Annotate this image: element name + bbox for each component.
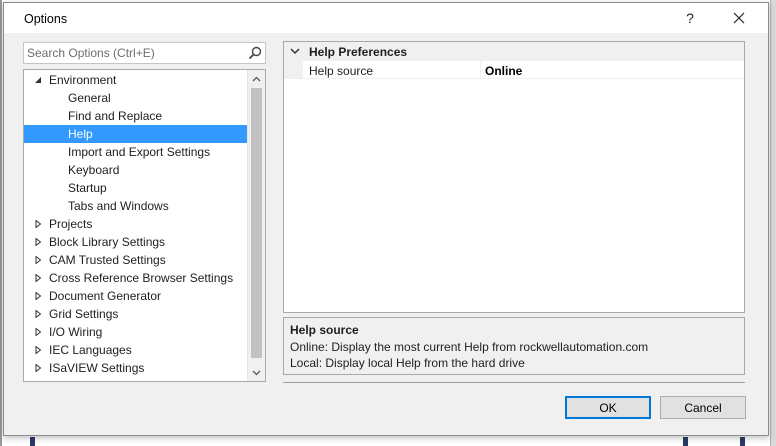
description-pane: Help source Online: Display the most cur… <box>283 317 745 375</box>
ok-button[interactable]: OK <box>565 396 651 419</box>
help-glyph: ? <box>686 10 694 26</box>
expanded-arrow-icon[interactable] <box>34 76 42 84</box>
tree-item-label: Cross Reference Browser Settings <box>49 271 234 285</box>
collapsed-arrow-icon[interactable] <box>34 364 42 372</box>
tree-item-label: Find and Replace <box>68 109 163 123</box>
chevron-down-icon <box>252 370 261 375</box>
collapsed-arrow-icon[interactable] <box>34 310 42 318</box>
tree-item[interactable]: Find and Replace <box>24 107 247 125</box>
tree-item-label: Help <box>68 127 93 141</box>
scrollbar-thumb[interactable] <box>251 88 262 358</box>
tree-item-label: Grid Settings <box>49 307 119 321</box>
tree-item-label: I/O Wiring <box>49 325 103 339</box>
tree-item-label: Keyboard <box>68 163 120 177</box>
category-label: Help Preferences <box>309 45 408 59</box>
collapsed-arrow-icon[interactable] <box>34 256 42 264</box>
category-row[interactable]: Help Preferences <box>284 42 744 61</box>
tree-scrollbar[interactable] <box>247 70 265 381</box>
tree-item-label: Block Library Settings <box>49 235 166 249</box>
search-box[interactable] <box>23 42 266 64</box>
description-title: Help source <box>290 323 359 337</box>
tree-item-label: Environment <box>49 73 117 87</box>
tree-item[interactable]: Import and Export Settings <box>24 143 247 161</box>
collapsed-arrow-icon[interactable] <box>34 238 42 246</box>
tree-item[interactable]: Startup <box>24 179 247 197</box>
tree-item-label: Spell... <box>49 377 86 381</box>
scroll-up-button[interactable] <box>248 70 265 87</box>
background-app-marker <box>683 437 688 446</box>
chevron-up-icon <box>252 76 261 81</box>
tree-item[interactable]: I/O Wiring <box>24 323 247 341</box>
tree-item[interactable]: IEC Languages <box>24 341 247 359</box>
tree-item[interactable]: Cross Reference Browser Settings <box>24 269 247 287</box>
cancel-button[interactable]: Cancel <box>660 396 746 419</box>
collapsed-arrow-icon[interactable] <box>34 292 42 300</box>
property-grid: Help Preferences Help source Online <box>283 41 745 313</box>
scroll-down-button[interactable] <box>248 364 265 381</box>
description-line: Online: Display the most current Help fr… <box>290 340 649 354</box>
search-icon[interactable] <box>247 45 263 61</box>
collapse-chevron-icon[interactable] <box>290 47 300 55</box>
property-value[interactable]: Online <box>485 64 522 78</box>
tree-item[interactable]: Tabs and Windows <box>24 197 247 215</box>
help-button[interactable]: ? <box>670 3 710 33</box>
tree-item-label: Startup <box>68 181 107 195</box>
description-line: Local: Display local Help from the hard … <box>290 356 525 370</box>
divider <box>283 382 745 383</box>
tree-item-label: Import and Export Settings <box>68 145 211 159</box>
collapsed-arrow-icon[interactable] <box>34 220 42 228</box>
background-app-marker <box>740 437 745 446</box>
tree-item[interactable]: Keyboard <box>24 161 247 179</box>
tree-item[interactable]: Document Generator <box>24 287 247 305</box>
tree-item-label: CAM Trusted Settings <box>49 253 166 267</box>
property-row[interactable]: Help source Online <box>284 61 744 79</box>
tree-item-label: General <box>68 91 111 105</box>
collapsed-arrow-icon[interactable] <box>34 274 42 282</box>
tree-item[interactable]: Projects <box>24 215 247 233</box>
background-app-edge-left <box>0 0 2 446</box>
options-dialog: Options ? Environment General Find and Rep… <box>3 2 769 436</box>
tree-item[interactable]: Help <box>24 125 247 143</box>
tree-item[interactable]: General <box>24 89 247 107</box>
collapsed-arrow-icon[interactable] <box>34 346 42 354</box>
tree-item-label: Document Generator <box>49 289 162 303</box>
window-title: Options <box>24 12 68 26</box>
tree-item-label: ISaVIEW Settings <box>49 361 145 375</box>
tree-items: Environment General Find and Replace Help Im… <box>24 71 247 381</box>
title-bar: Options ? <box>4 3 768 33</box>
tree-item[interactable]: Environment <box>24 71 247 89</box>
options-tree[interactable]: Environment General Find and Replace Help Im… <box>23 69 266 382</box>
background-app-marker <box>30 437 35 446</box>
tree-item[interactable]: Grid Settings <box>24 305 247 323</box>
property-gutter <box>284 61 303 79</box>
tree-item-label: Tabs and Windows <box>68 199 169 213</box>
property-name: Help source <box>309 64 374 78</box>
tree-item[interactable]: Block Library Settings <box>24 233 247 251</box>
close-icon <box>733 12 745 24</box>
tree-item[interactable]: Spell... <box>24 377 247 381</box>
tree-item-label: Projects <box>49 217 93 231</box>
column-divider[interactable] <box>480 61 481 79</box>
collapsed-arrow-icon[interactable] <box>34 328 42 336</box>
close-button[interactable] <box>716 3 762 33</box>
tree-item-label: IEC Languages <box>49 343 132 357</box>
search-input[interactable] <box>27 45 237 61</box>
tree-item[interactable]: CAM Trusted Settings <box>24 251 247 269</box>
background-app-edge-right <box>770 0 776 446</box>
tree-item[interactable]: ISaVIEW Settings <box>24 359 247 377</box>
